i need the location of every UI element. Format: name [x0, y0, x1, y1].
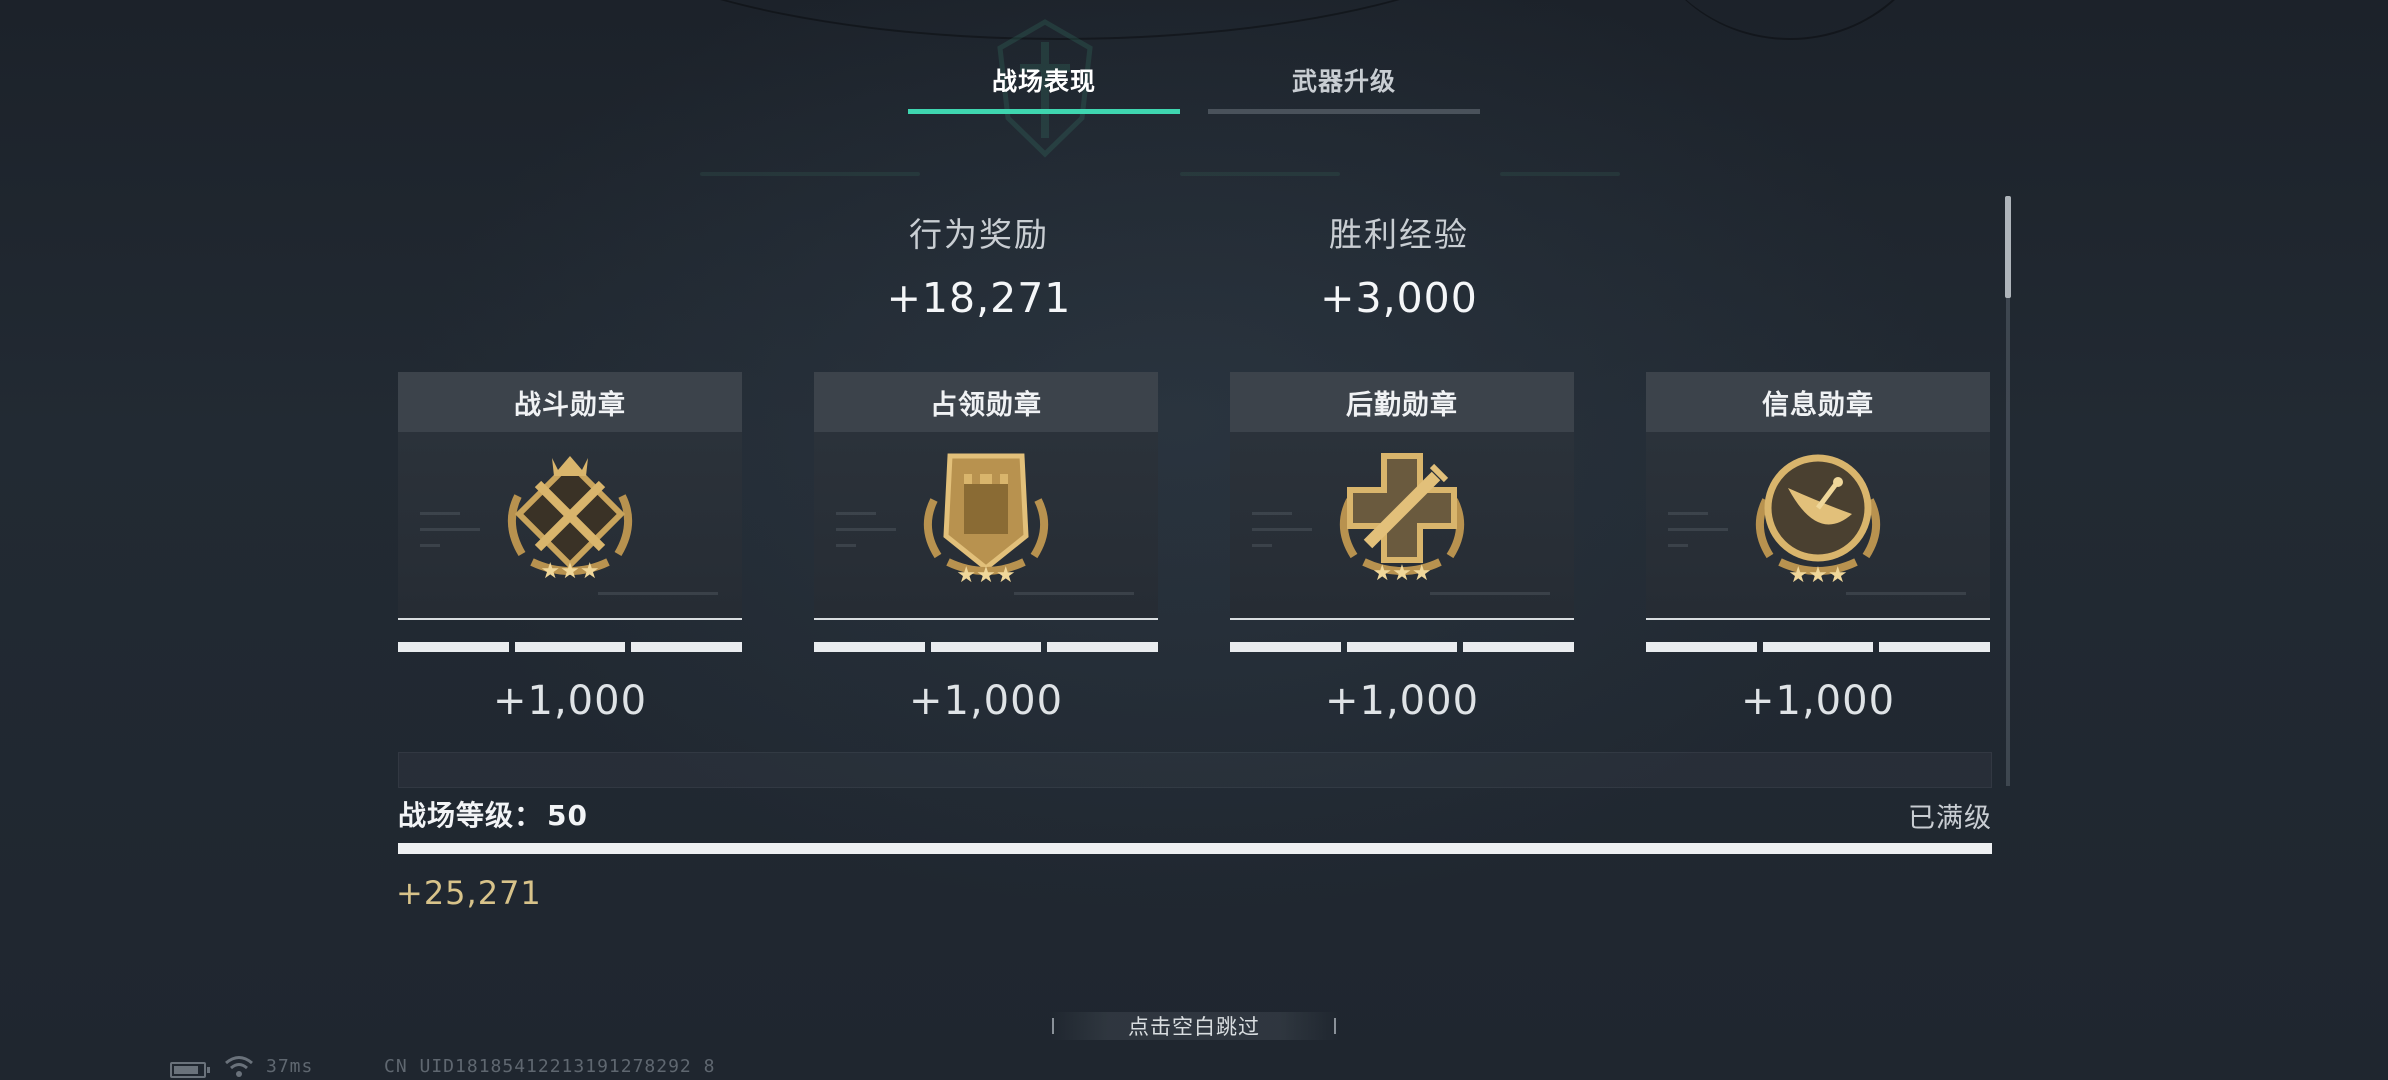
medal-card-title: 后勤勋章: [1230, 372, 1574, 432]
medal-value: +1,000: [908, 678, 1064, 724]
medal-progress: [398, 642, 743, 652]
medal-card-title: 信息勋章: [1646, 372, 1990, 432]
medal-card-title: 战斗勋章: [398, 372, 742, 432]
medal-card-title: 占领勋章: [814, 372, 1158, 432]
svg-text:★★★: ★★★: [1372, 561, 1431, 586]
medal-value: +1,000: [1324, 678, 1480, 724]
medal-card-capture[interactable]: 占领勋章 ★★★ +1,000: [814, 372, 1159, 724]
medal-card-body: ★★★: [398, 432, 742, 620]
svg-text:★★★: ★★★: [1788, 563, 1847, 588]
medal-value: +1,000: [1740, 678, 1896, 724]
max-level-status: 已满级: [1908, 803, 1992, 834]
uid-text: CN UID18185412213191278292 8: [384, 1056, 716, 1077]
summary-label: 行为奖励: [909, 215, 1049, 254]
latency-text: 37ms: [266, 1056, 314, 1077]
svg-text:★★★: ★★★: [540, 559, 599, 584]
medal-card-intel[interactable]: 信息勋章 ★★★ +1,000: [1646, 372, 1991, 724]
tab-label: 武器升级: [1291, 67, 1396, 96]
level-progress-bar: [398, 843, 1992, 854]
wifi-icon: [225, 1056, 253, 1077]
intel-medal-icon: ★★★: [1756, 454, 1880, 588]
level-progress-fill: [398, 843, 1992, 854]
summary-value: +3,000: [1320, 274, 1478, 322]
background-text: [1180, 172, 1340, 176]
capture-medal-icon: ★★★: [924, 453, 1048, 588]
summary-label: 胜利经验: [1329, 215, 1469, 254]
tab-weapon-upgrade[interactable]: 武器升级: [1208, 58, 1480, 114]
medal-progress: [814, 642, 1159, 652]
background-arc: [1640, 0, 1940, 40]
scrollbar-thumb[interactable]: [2005, 196, 2011, 298]
medal-card-body: ★★★: [1646, 432, 1990, 620]
victory-exp-summary: 胜利经验 +3,000: [1249, 208, 1549, 322]
tab-battlefield-performance[interactable]: 战场表现: [908, 58, 1180, 114]
skip-label: 点击空白跳过: [1128, 1015, 1260, 1039]
medal-value: +1,000: [492, 678, 648, 724]
tab-underline: [1208, 109, 1480, 114]
svg-text:★★★: ★★★: [956, 563, 1015, 588]
combat-medal-icon: ★★★: [508, 456, 632, 584]
background-text: [1500, 172, 1620, 176]
medal-card-body: ★★★: [1230, 432, 1574, 620]
medal-progress: [1646, 642, 1991, 652]
behavior-reward-summary: 行为奖励 +18,271: [829, 208, 1129, 322]
logistics-medal-icon: ★★★: [1340, 453, 1464, 586]
background-text: [700, 172, 920, 176]
level-label: 战场等级：: [398, 799, 544, 832]
medal-card-body: ★★★: [814, 432, 1158, 620]
battery-icon: [170, 1062, 210, 1078]
total-exp-gain: +25,271: [396, 874, 542, 912]
level-value: 50: [547, 799, 588, 832]
medal-card-logistics[interactable]: 后勤勋章 ★★★ +1,000: [1230, 372, 1575, 724]
summary-value: +18,271: [886, 274, 1072, 322]
tab-label: 战场表现: [991, 67, 1096, 96]
medal-card-combat[interactable]: 战斗勋章 ★★★ +1,000: [398, 372, 743, 724]
tab-underline: [908, 109, 1180, 114]
detail-panel: [398, 752, 1992, 788]
skip-button[interactable]: 点击空白跳过: [1050, 1012, 1338, 1040]
results-screen[interactable]: 战场表现 武器升级 行为奖励 +18,271 胜利经验 +3,000 战斗勋章: [0, 0, 2388, 1080]
medal-progress: [1230, 642, 1575, 652]
battlefield-level: 战场等级： 50: [398, 794, 588, 834]
